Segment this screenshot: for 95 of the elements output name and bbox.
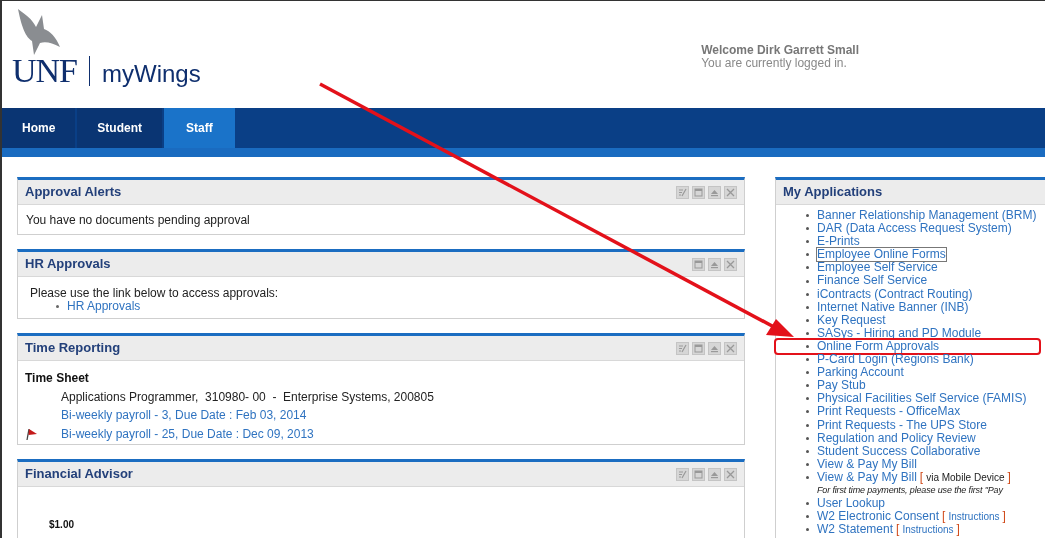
nav-tab[interactable]: Home — [2, 108, 76, 148]
bracket-text: [ — [942, 510, 946, 524]
application-link[interactable]: P-Card Login (Regions Bank) — [817, 353, 974, 367]
payroll-link[interactable]: Bi-weekly payroll - 3, Due Date : Feb 03, 2014 — [61, 406, 307, 425]
bullet-icon — [806, 502, 809, 506]
amount-value: $1.00 — [49, 518, 76, 532]
collapse-icon[interactable] — [708, 467, 721, 481]
close-icon[interactable] — [724, 257, 737, 271]
instruction-text: Please use the link below to access approvals: — [30, 287, 280, 300]
bullet-icon — [806, 371, 809, 375]
edit-icon[interactable] — [676, 467, 689, 481]
edit-icon[interactable] — [676, 341, 689, 355]
bullet-icon — [806, 515, 809, 519]
collapse-icon[interactable] — [708, 185, 721, 199]
application-link[interactable]: Employee Self Service — [817, 261, 938, 275]
maximize-icon[interactable] — [692, 341, 705, 355]
portlet-title: My Applications — [783, 183, 883, 202]
application-link[interactable]: Regulation and Policy Review — [817, 431, 976, 445]
application-link[interactable]: View & Pay My Bill — [817, 470, 917, 484]
bullet-icon — [806, 253, 809, 257]
bullet-icon — [806, 423, 809, 427]
bullet-icon — [806, 528, 809, 532]
bullet-icon — [806, 358, 809, 362]
bullet-icon — [806, 410, 809, 414]
application-link[interactable]: User Lookup — [817, 497, 886, 511]
edit-icon[interactable] — [676, 185, 689, 199]
collapse-icon[interactable] — [708, 257, 721, 271]
application-link[interactable]: Student Success Collaborative — [817, 444, 981, 458]
bullet-icon — [806, 266, 809, 270]
close-icon[interactable] — [724, 467, 737, 481]
application-link[interactable]: View & Pay My Bill — [817, 457, 917, 471]
application-link[interactable]: Physical Facilities Self Service (FAMIS) — [817, 392, 1027, 406]
nav-tab[interactable]: Staff — [164, 108, 235, 148]
collapse-icon[interactable] — [708, 341, 721, 355]
bullet-icon — [806, 318, 809, 322]
application-link[interactable]: Banner Relationship Management (BRM) — [817, 209, 1037, 223]
section-heading: Time Sheet — [25, 370, 90, 387]
bullet-icon — [806, 475, 809, 479]
bullet-icon — [806, 214, 809, 218]
instructions-link[interactable]: Instructions — [948, 510, 1000, 524]
nav-tab[interactable]: Student — [77, 108, 162, 148]
bullet-icon — [806, 397, 809, 401]
job-description: Applications Programmer, 310980- 00 - Enterprise Systems, 200805 — [60, 388, 435, 406]
application-link[interactable]: W2 Statement — [817, 523, 894, 537]
portlet-title: HR Approvals — [25, 255, 111, 274]
welcome-message: Welcome Dirk Garrett Small — [701, 44, 859, 57]
application-link[interactable]: iContracts (Contract Routing) — [817, 287, 973, 301]
flag-icon — [25, 426, 39, 441]
bullet-icon — [806, 227, 809, 231]
application-link[interactable]: Employee Online Forms — [817, 248, 946, 262]
bullet-icon — [806, 240, 809, 244]
close-icon[interactable] — [724, 341, 737, 355]
application-link[interactable]: Finance Self Service — [817, 274, 928, 288]
bullet-icon — [56, 305, 59, 308]
brand-name: myWings — [102, 62, 201, 86]
login-status: You are currently logged in. — [701, 57, 848, 70]
portlet-title: Approval Alerts — [25, 183, 122, 202]
maximize-icon[interactable] — [692, 467, 705, 481]
bullet-icon — [806, 279, 809, 283]
bracket-text: [ — [896, 523, 900, 537]
application-link[interactable]: Print Requests - The UPS Store — [817, 418, 987, 432]
bullet-icon — [806, 292, 809, 296]
bullet-icon — [806, 331, 809, 335]
bullet-icon — [806, 305, 809, 309]
payment-note: For first time payments, please use the first "Pay — [816, 484, 1005, 497]
bracket-text: ] — [1002, 510, 1006, 524]
close-icon[interactable] — [724, 185, 737, 199]
alert-message: You have no documents pending approval — [26, 212, 251, 229]
bullet-icon — [806, 345, 809, 348]
application-link[interactable]: E-Prints — [817, 235, 860, 249]
bracket-text: ] — [1007, 470, 1011, 484]
suffix-text: via Mobile Device — [926, 470, 1005, 484]
portlet-title: Time Reporting — [25, 339, 121, 358]
application-link[interactable]: W2 Electronic Consent — [817, 510, 940, 524]
bullet-icon — [806, 436, 809, 440]
eagle-logo-icon — [16, 7, 62, 57]
bracket-text: ] — [956, 523, 960, 537]
bullet-icon — [806, 384, 809, 388]
maximize-icon[interactable] — [692, 257, 705, 271]
bullet-icon — [806, 462, 809, 466]
brand-logo: UNF — [12, 54, 78, 88]
maximize-icon[interactable] — [692, 185, 705, 199]
application-link[interactable]: Parking Account — [817, 366, 904, 380]
application-link[interactable]: Key Request — [817, 313, 886, 327]
instructions-link[interactable]: Instructions — [902, 523, 954, 537]
payroll-link[interactable]: Bi-weekly payroll - 25, Due Date : Dec 09, 2013 — [61, 424, 314, 443]
application-link[interactable]: Internet Native Banner (INB) — [817, 300, 969, 314]
application-link[interactable]: Print Requests - OfficeMax — [817, 405, 961, 419]
hr-approvals-link[interactable]: HR Approvals — [67, 300, 141, 313]
application-link[interactable]: Pay Stub — [817, 379, 866, 393]
bracket-text: [ — [919, 470, 924, 484]
bullet-icon — [806, 449, 809, 453]
application-link[interactable]: Online Form Approvals — [817, 339, 940, 354]
portlet-title: Financial Advisor — [25, 465, 133, 484]
application-link[interactable]: DAR (Data Access Request System) — [817, 222, 1012, 236]
